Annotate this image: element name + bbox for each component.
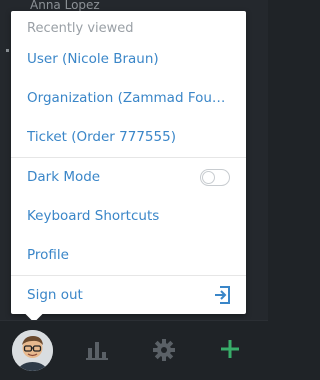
toggle-knob <box>202 170 215 184</box>
recently-viewed-header: Recently viewed <box>27 21 134 36</box>
dark-mode-item[interactable]: Dark Mode <box>11 158 246 196</box>
plus-icon[interactable] <box>219 338 241 360</box>
recent-item-user[interactable]: User (Nicole Braun) <box>11 40 246 78</box>
dark-mode-toggle[interactable] <box>200 168 230 186</box>
recent-item-ticket[interactable]: Ticket (Order 777555) <box>11 118 246 156</box>
sign-out-label: Sign out <box>27 287 83 303</box>
background-marker <box>6 49 9 52</box>
keyboard-shortcuts-item[interactable]: Keyboard Shortcuts <box>11 197 246 235</box>
recent-item-label: Organization (Zammad Found... <box>27 90 227 106</box>
avatar-image <box>12 330 53 371</box>
recent-item-label: User (Nicole Braun) <box>27 51 159 67</box>
dark-mode-label: Dark Mode <box>27 169 101 185</box>
recent-item-organization[interactable]: Organization (Zammad Found... <box>11 79 246 117</box>
gear-icon[interactable] <box>153 339 175 361</box>
recent-item-label: Ticket (Order 777555) <box>27 129 176 145</box>
avatar[interactable] <box>12 330 53 371</box>
profile-item[interactable]: Profile <box>11 236 246 274</box>
page: Anna Lopez Recently viewed User (Nicole … <box>0 0 268 380</box>
sign-out-item[interactable]: Sign out <box>11 276 246 314</box>
profile-label: Profile <box>27 247 69 263</box>
user-menu-popover: Recently viewed User (Nicole Braun) Orga… <box>11 11 246 323</box>
keyboard-shortcuts-label: Keyboard Shortcuts <box>27 208 160 224</box>
sign-out-icon <box>215 286 230 304</box>
stats-icon[interactable] <box>86 340 108 360</box>
